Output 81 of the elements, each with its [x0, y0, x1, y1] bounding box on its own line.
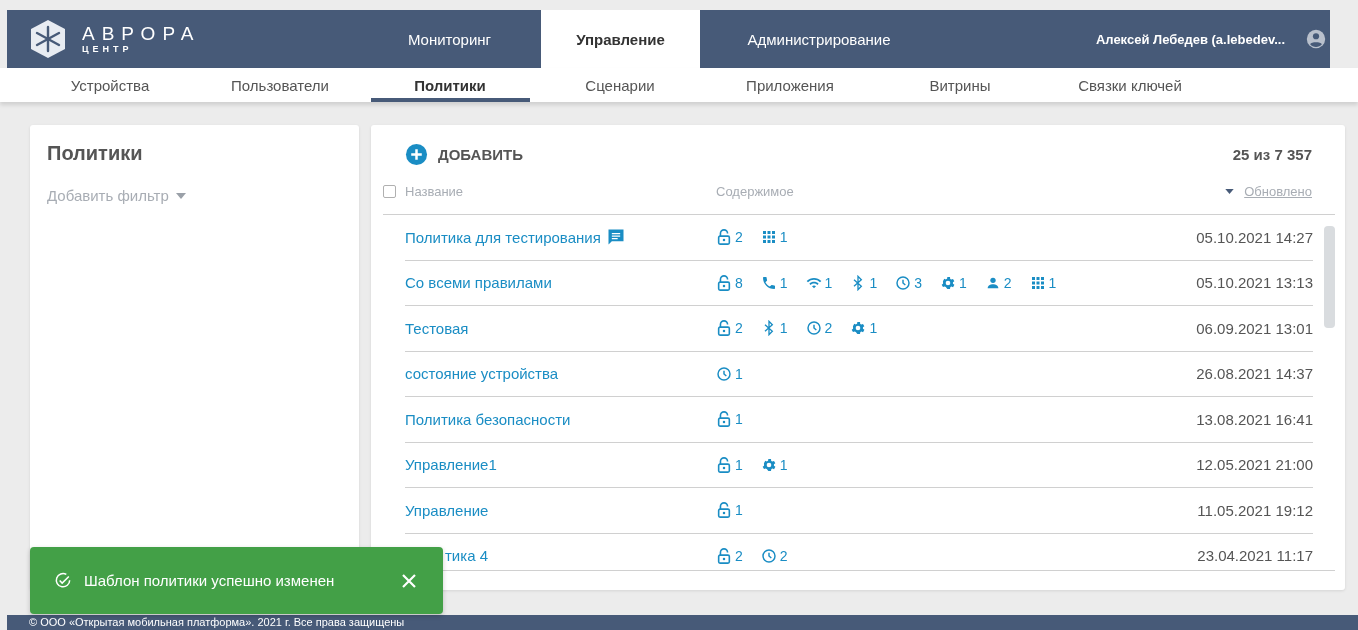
- logo-title: АВРОРА: [82, 23, 201, 44]
- grid-icon: [760, 229, 777, 246]
- content-count: 1: [824, 274, 833, 291]
- updated-date: 11.05.2021 19:12: [1197, 501, 1313, 519]
- lock-icon: [716, 274, 732, 291]
- content-count: 2: [735, 547, 743, 564]
- content-count: 1: [1048, 274, 1057, 291]
- content-count: 2: [779, 547, 788, 564]
- policy-link[interactable]: Со всеми правилами: [405, 274, 552, 292]
- updated-date: 05.10.2021 13:13: [1196, 274, 1313, 292]
- close-icon[interactable]: [401, 572, 417, 589]
- content-count: 1: [779, 229, 788, 246]
- grid-icon: [1029, 274, 1046, 291]
- lock-icon: [716, 547, 732, 564]
- caret-icon: [175, 192, 186, 199]
- plus-icon: [405, 142, 428, 166]
- lock-icon: [716, 411, 732, 428]
- subnav-tab[interactable]: Пользователи: [200, 68, 360, 102]
- subnav-tab[interactable]: Приложения: [710, 68, 870, 102]
- comment-icon: [605, 227, 626, 248]
- content-count: 2: [735, 229, 743, 246]
- clock-icon: [895, 274, 912, 291]
- lock-icon: [716, 229, 732, 246]
- content-count: 1: [735, 411, 743, 428]
- nav-tab[interactable]: Управление: [541, 10, 700, 68]
- select-all-checkbox[interactable]: [383, 184, 396, 198]
- policy-link[interactable]: Тестовая: [405, 319, 469, 337]
- content-count: 1: [735, 502, 743, 519]
- user-name[interactable]: Алексей Лебедев (a.lebedev...: [1095, 31, 1285, 47]
- scrollbar[interactable]: [1324, 226, 1335, 328]
- lock-icon: [716, 456, 732, 473]
- updated-date: 12.05.2021 21:00: [1196, 456, 1313, 474]
- toast-message: Шаблон политики успешно изменен: [84, 572, 335, 589]
- gear-icon: [850, 320, 867, 337]
- logo-subtitle: ЦЕНТР: [82, 43, 134, 55]
- updated-date: 06.09.2021 13:01: [1196, 319, 1313, 337]
- updated-date: 26.08.2021 14:37: [1196, 365, 1313, 383]
- gear-icon: [760, 456, 777, 473]
- add-button[interactable]: ДОБАВИТЬ: [405, 142, 523, 166]
- nav-tab[interactable]: Администрирование: [712, 10, 926, 68]
- nav-tab[interactable]: Мониторинг: [370, 10, 529, 68]
- subnav-tab[interactable]: Связки ключей: [1050, 68, 1210, 102]
- policy-link[interactable]: Управление1: [405, 456, 497, 474]
- updated-date: 13.08.2021 16:41: [1196, 410, 1313, 428]
- lock-icon: [716, 320, 732, 337]
- content-count: 3: [914, 274, 922, 291]
- copyright-text: © ООО «Открытая мобильная платформа». 2021 г. Все права защищены: [28, 615, 406, 629]
- sort-caret-icon: [1225, 188, 1235, 194]
- subnav-tab[interactable]: Политики: [370, 68, 530, 102]
- content-count: 2: [735, 320, 743, 337]
- subnav-tab[interactable]: Витрины: [880, 68, 1040, 102]
- phone-icon: [760, 274, 777, 291]
- clock-icon: [716, 365, 732, 382]
- policy-link[interactable]: состояние устройства: [405, 365, 559, 383]
- clock-icon: [760, 547, 777, 564]
- logo-icon: [28, 19, 68, 59]
- account-icon[interactable]: [1305, 28, 1327, 50]
- content-count: 2: [824, 320, 833, 337]
- check-circle-icon: [53, 570, 73, 591]
- gear-icon: [940, 274, 956, 291]
- content-count: 1: [869, 274, 878, 291]
- subnav-tab[interactable]: Устройства: [30, 68, 190, 102]
- content-count: 2: [1003, 274, 1012, 291]
- record-count: 25 из 7 357: [1232, 145, 1312, 163]
- subnav-tab[interactable]: Сценарии: [540, 68, 700, 102]
- panel-title: Политики: [47, 142, 143, 165]
- content-count: 1: [735, 456, 743, 473]
- content-count: 1: [869, 320, 878, 337]
- content-count: 1: [959, 274, 967, 291]
- updated-date: 23.04.2021 11:17: [1197, 547, 1313, 565]
- clock-icon: [805, 320, 822, 337]
- policy-link[interactable]: Управление: [405, 501, 489, 519]
- policy-link[interactable]: Политика для тестирования: [405, 228, 601, 246]
- content-count: 1: [779, 456, 788, 473]
- content-count: 1: [779, 320, 788, 337]
- lock-icon: [716, 502, 732, 519]
- content-count: 8: [735, 274, 743, 291]
- content-count: 1: [779, 274, 788, 291]
- policy-link[interactable]: Политика безопасности: [405, 410, 571, 428]
- content-count: 1: [735, 365, 743, 382]
- updated-date: 05.10.2021 14:27: [1196, 228, 1313, 246]
